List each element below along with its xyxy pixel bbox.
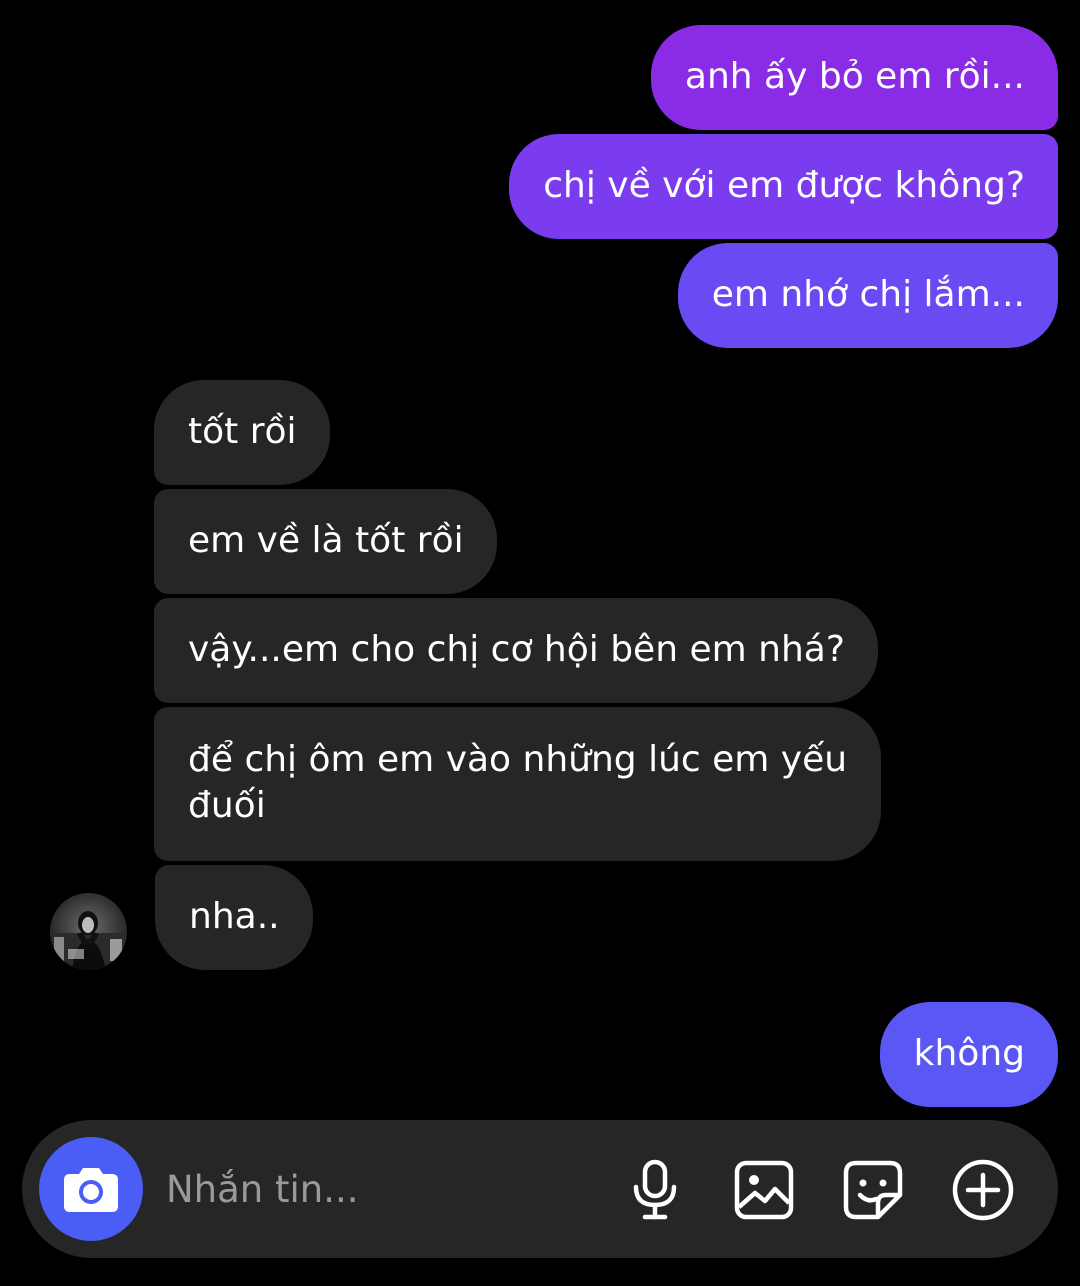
- sent-message[interactable]: anh ấy bỏ em rồi...: [650, 25, 1058, 130]
- sticker-icon: [843, 1160, 903, 1220]
- avatar-photo: [50, 893, 127, 970]
- contact-avatar[interactable]: [50, 893, 127, 970]
- sticker-button[interactable]: [840, 1157, 906, 1223]
- message-input[interactable]: Nhắn tin...: [166, 1164, 606, 1216]
- gallery-button[interactable]: [731, 1157, 797, 1223]
- camera-button[interactable]: [39, 1137, 143, 1241]
- message-thread: anh ấy bỏ em rồi... chị về với em được k…: [0, 0, 1080, 1110]
- microphone-icon: [633, 1159, 677, 1220]
- sent-message[interactable]: em nhớ chị lắm...: [677, 243, 1058, 348]
- message-composer: Nhắn tin...: [22, 1120, 1058, 1258]
- received-message[interactable]: em về là tốt rồi: [154, 489, 497, 594]
- received-message[interactable]: vậy...em cho chị cơ hội bên em nhá?: [154, 598, 878, 703]
- sent-message[interactable]: không: [879, 1002, 1058, 1107]
- image-icon: [734, 1160, 794, 1220]
- add-button[interactable]: [950, 1157, 1016, 1223]
- received-message[interactable]: nha..: [155, 865, 313, 970]
- camera-icon: [64, 1168, 118, 1212]
- voice-message-button[interactable]: [622, 1157, 688, 1223]
- sent-message[interactable]: chị về với em được không?: [509, 134, 1058, 239]
- plus-circle-icon: [952, 1159, 1014, 1221]
- received-message[interactable]: để chị ôm em vào những lúc em yếu đuối: [154, 707, 881, 861]
- received-message[interactable]: tốt rồi: [154, 380, 330, 485]
